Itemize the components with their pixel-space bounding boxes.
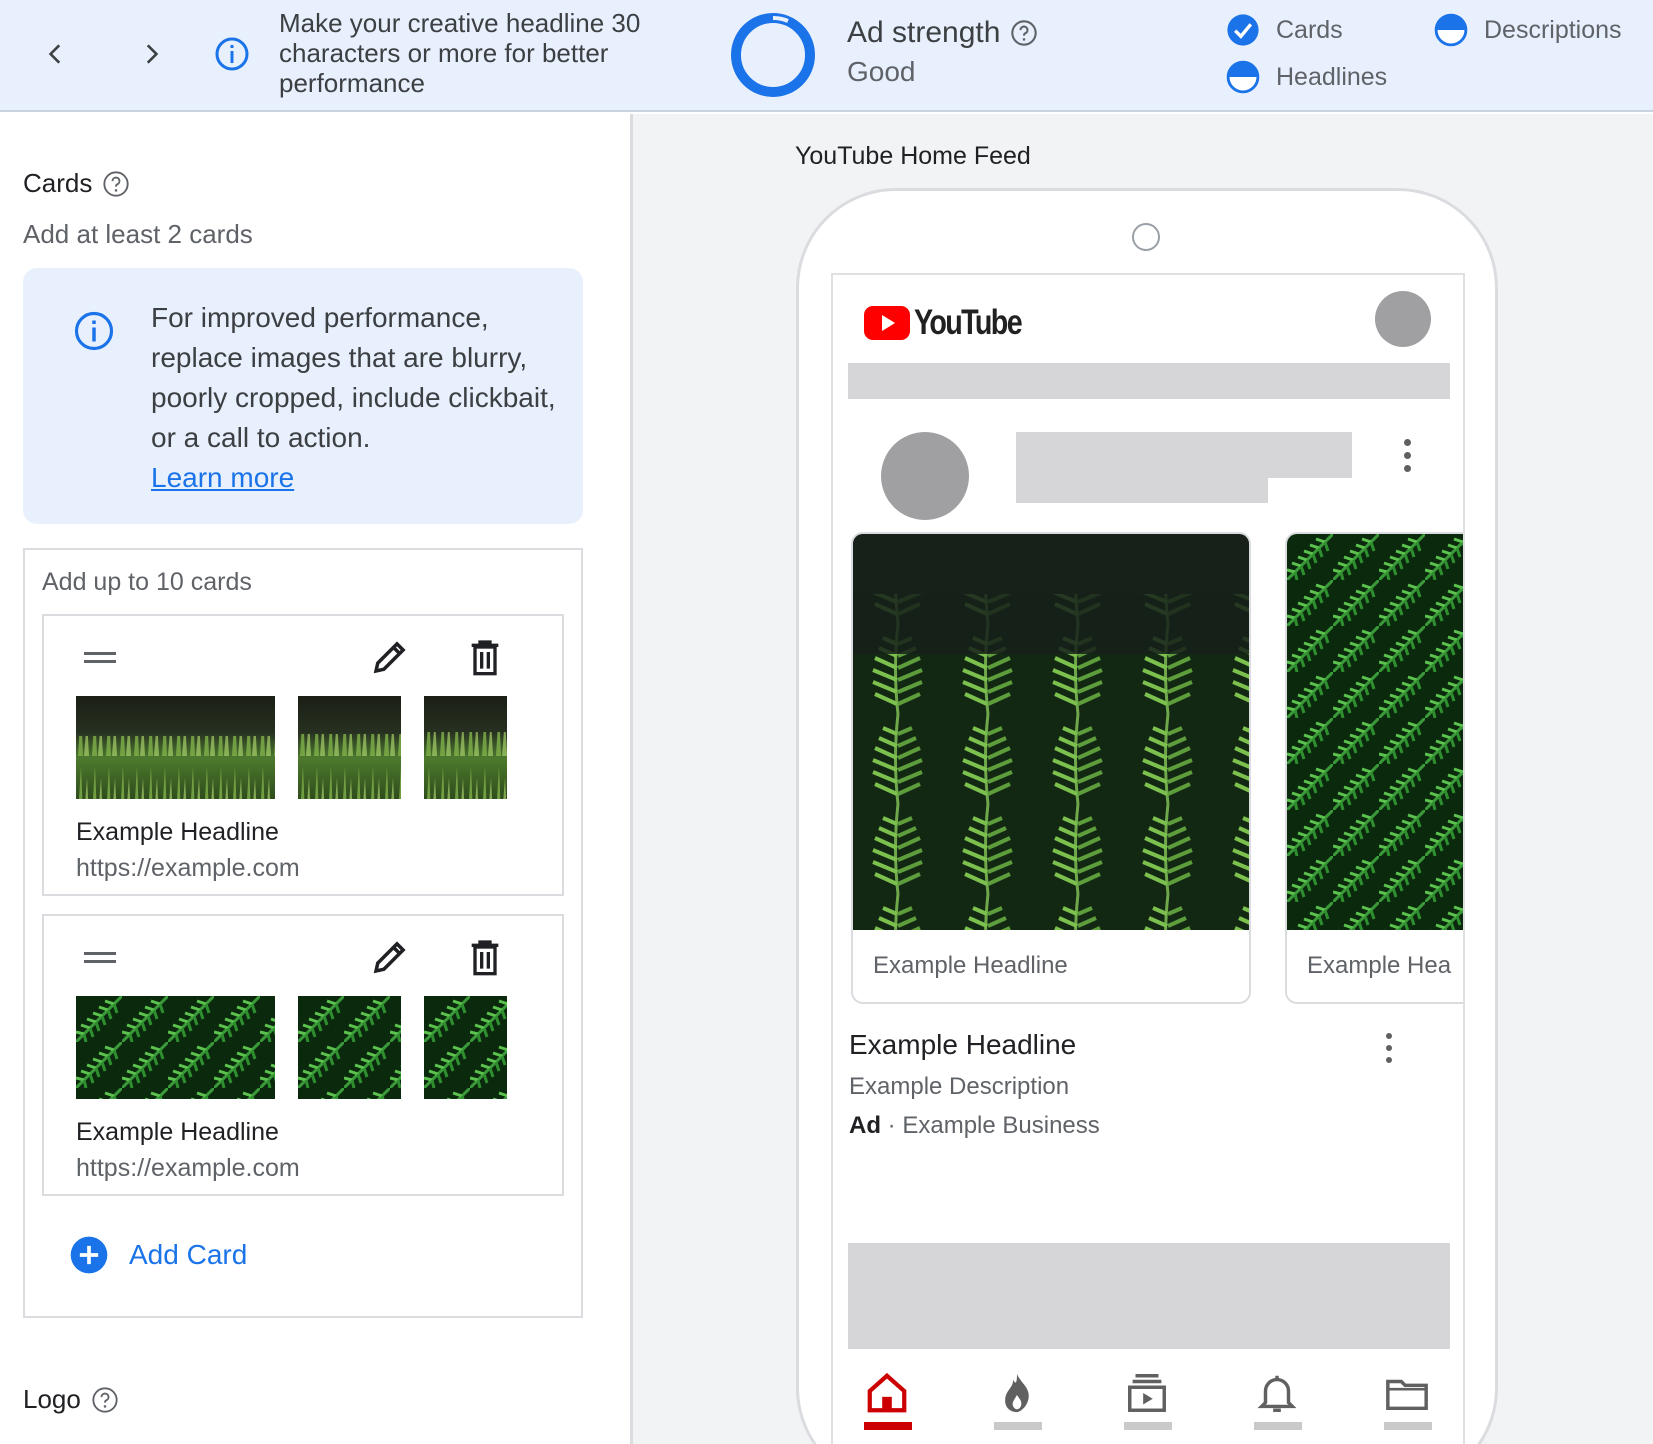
fern-closeup-image: [1287, 534, 1463, 930]
youtube-play-icon: [864, 306, 910, 340]
account-avatar[interactable]: [1375, 291, 1431, 347]
card-url: https://example.com: [76, 1154, 300, 1182]
info-message: For improved performance, replace images…: [151, 298, 561, 498]
chevron-left-icon: [48, 44, 61, 64]
cards-title-label: Cards: [23, 168, 93, 198]
carousel-card[interactable]: Example Headline: [851, 532, 1251, 1004]
preview-placement-label: YouTube Home Feed: [795, 142, 1031, 170]
performance-info-box: For improved performance, replace images…: [23, 268, 583, 524]
card-headline: Example Headline: [76, 818, 279, 846]
half-circle-icon: [1434, 13, 1468, 47]
drag-handle-icon[interactable]: [84, 652, 116, 664]
ad-separator: ·: [887, 1112, 896, 1139]
more-vert-icon[interactable]: [1386, 1033, 1394, 1069]
next-button[interactable]: [125, 28, 177, 80]
fern-thumbnail-portrait: [424, 996, 507, 1099]
grass-thumbnail-square: [298, 696, 401, 799]
help-icon[interactable]: [91, 1386, 119, 1414]
ad-business-name: Example Business: [902, 1112, 1100, 1139]
ad-strength-label: Ad strength: [847, 16, 1001, 49]
ad-badge: Ad: [849, 1112, 881, 1139]
nav-library[interactable]: [1384, 1370, 1432, 1430]
library-folder-icon: [1386, 1379, 1428, 1411]
status-cards-label: Cards: [1276, 15, 1343, 44]
cards-limit-hint: Add up to 10 cards: [42, 568, 252, 596]
status-cards: Cards: [1226, 13, 1343, 47]
next-video-placeholder: [848, 1243, 1450, 1349]
info-icon: [73, 310, 115, 357]
nav-indicator: [1384, 1422, 1432, 1430]
drag-handle-icon[interactable]: [84, 952, 116, 964]
nav-home[interactable]: [864, 1370, 912, 1430]
ad-headline: Example Headline: [849, 1029, 1077, 1060]
cards-section-title: Cards: [23, 168, 130, 199]
help-icon[interactable]: [1010, 19, 1038, 47]
explore-flame-icon: [1005, 1373, 1029, 1413]
title-placeholder-line-short: [1016, 478, 1268, 503]
more-vert-icon[interactable]: [1404, 439, 1412, 478]
chevron-right-icon: [146, 44, 159, 64]
edit-pencil-icon[interactable]: [369, 936, 411, 978]
fern-field-image: [853, 534, 1249, 930]
nav-indicator: [1124, 1422, 1172, 1430]
youtube-logo: YouTube: [864, 303, 1045, 343]
status-descriptions: Descriptions: [1434, 13, 1622, 47]
notifications-bell-icon: [1257, 1375, 1297, 1412]
grass-thumbnail-wide: [76, 696, 275, 799]
cards-subtitle: Add at least 2 cards: [23, 219, 253, 249]
info-message-text: For improved performance, replace images…: [151, 302, 556, 453]
nav-active-indicator: [864, 1422, 912, 1430]
delete-trash-icon[interactable]: [465, 936, 505, 978]
info-icon: [214, 36, 250, 77]
status-headlines-label: Headlines: [1276, 62, 1388, 91]
card-headline: Example Headline: [76, 1118, 279, 1146]
carousel-card[interactable]: Example Hea: [1285, 532, 1463, 1004]
help-icon[interactable]: [102, 170, 130, 198]
check-circle-icon: [1227, 14, 1259, 46]
nav-indicator: [1254, 1422, 1302, 1430]
nav-indicator: [994, 1422, 1042, 1430]
delete-trash-icon[interactable]: [465, 636, 505, 678]
nav-subscriptions[interactable]: [1124, 1370, 1172, 1430]
ad-strength-ring-icon: [731, 13, 815, 97]
card-url: https://example.com: [76, 854, 300, 882]
cards-editor-panel: Cards Add at least 2 cards For improved …: [0, 114, 630, 1444]
home-icon: [867, 1372, 907, 1413]
edit-pencil-icon[interactable]: [369, 636, 411, 678]
carousel-card-headline: Example Hea: [1307, 952, 1452, 979]
youtube-wordmark: YouTube: [914, 303, 1023, 342]
channel-avatar: [881, 432, 969, 520]
subscriptions-icon: [1128, 1374, 1166, 1412]
add-card-label: Add Card: [129, 1239, 248, 1270]
phone-camera: [1132, 223, 1160, 251]
logo-section-title: Logo: [23, 1384, 119, 1415]
card-item: Example Headline https://example.com: [42, 614, 564, 896]
ad-meta: Ad · Example Business: [849, 1112, 1100, 1140]
title-placeholder-line: [1016, 432, 1352, 478]
nav-explore[interactable]: [994, 1370, 1042, 1430]
fern-thumbnail-square: [298, 996, 401, 1099]
previous-button[interactable]: [30, 28, 82, 80]
grass-thumbnail-portrait: [424, 696, 507, 799]
add-circle-icon: [70, 1236, 108, 1274]
headline-tip-text: Make your creative headline 30 character…: [279, 8, 641, 98]
youtube-screen: YouTube Example Headline Example Hea Exa…: [831, 273, 1465, 1444]
card-item: Example Headline https://example.com: [42, 914, 564, 1196]
learn-more-link[interactable]: Learn more: [151, 462, 294, 493]
ad-strength-bar: Make your creative headline 30 character…: [0, 0, 1653, 112]
search-placeholder-bar: [848, 363, 1450, 399]
ad-strength-value: Good: [847, 56, 916, 87]
logo-title-label: Logo: [23, 1384, 81, 1414]
add-card-button[interactable]: Add Card: [69, 1235, 247, 1275]
cards-list: Add up to 10 cards Example Headline http…: [23, 548, 583, 1318]
carousel-card-headline: Example Headline: [873, 952, 1068, 979]
fern-thumbnail-wide: [76, 996, 275, 1099]
ad-description: Example Description: [849, 1073, 1070, 1100]
status-descriptions-label: Descriptions: [1484, 15, 1622, 44]
nav-notifications[interactable]: [1254, 1370, 1302, 1430]
status-headlines: Headlines: [1226, 60, 1387, 94]
ad-strength-title: Ad strength: [847, 16, 1038, 50]
half-circle-icon: [1226, 60, 1260, 94]
